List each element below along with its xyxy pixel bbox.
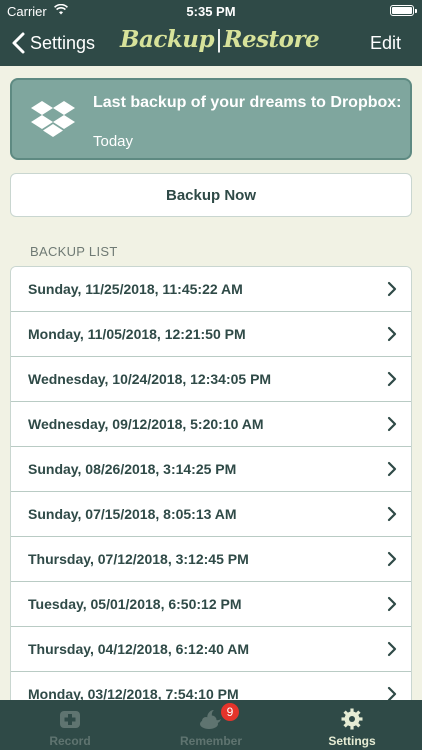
backup-list-item-label: Monday, 03/12/2018, 7:54:10 PM <box>28 686 239 700</box>
title-backup: Backup <box>120 26 215 53</box>
status-bar: Carrier 5:35 PM <box>0 0 422 22</box>
tab-remember[interactable]: 9 Remember <box>141 700 281 750</box>
tab-bar: Record 9 Remember Settings <box>0 700 422 750</box>
backup-list-item[interactable]: Sunday, 07/15/2018, 8:05:13 AM <box>11 492 411 537</box>
top-bar: Carrier 5:35 PM Settings Backup|Restore … <box>0 0 422 66</box>
backup-list-item-label: Thursday, 07/12/2018, 3:12:45 PM <box>28 551 249 567</box>
tab-settings[interactable]: Settings <box>282 700 422 750</box>
chevron-right-icon <box>387 326 397 342</box>
tab-settings-label: Settings <box>328 734 376 748</box>
chevron-right-icon <box>387 686 397 700</box>
back-button[interactable]: Settings <box>10 30 95 56</box>
backup-list-item-label: Tuesday, 05/01/2018, 6:50:12 PM <box>28 596 242 612</box>
title-separator: | <box>215 27 223 53</box>
backup-list-header: BACKUP LIST <box>30 244 118 259</box>
backup-list-item-label: Monday, 11/05/2018, 12:21:50 PM <box>28 326 246 342</box>
chevron-right-icon <box>387 416 397 432</box>
status-time: 5:35 PM <box>186 4 236 19</box>
chevron-right-icon <box>387 371 397 387</box>
chevron-right-icon <box>387 641 397 657</box>
title-restore: Restore <box>223 26 320 53</box>
edit-button[interactable]: Edit <box>370 33 401 54</box>
backup-list-item-label: Sunday, 07/15/2018, 8:05:13 AM <box>28 506 237 522</box>
backup-list-item[interactable]: Sunday, 11/25/2018, 11:45:22 AM <box>11 267 411 312</box>
banner-last-backup-date: Today <box>93 133 134 150</box>
backup-list-item[interactable]: Sunday, 08/26/2018, 3:14:25 PM <box>11 447 411 492</box>
backup-list-item[interactable]: Wednesday, 09/12/2018, 5:20:10 AM <box>11 402 411 447</box>
chevron-right-icon <box>387 281 397 297</box>
chevron-left-icon <box>12 32 25 54</box>
gear-icon <box>341 708 363 730</box>
backup-list-item[interactable]: Tuesday, 05/01/2018, 6:50:12 PM <box>11 582 411 627</box>
backup-list-item-label: Wednesday, 10/24/2018, 12:34:05 PM <box>28 371 272 387</box>
backup-list-item[interactable]: Monday, 11/05/2018, 12:21:50 PM <box>11 312 411 357</box>
chevron-right-icon <box>387 461 397 477</box>
page-title: Backup|Restore <box>120 26 320 53</box>
moon-cloud-icon <box>200 710 221 729</box>
tab-record[interactable]: Record <box>0 700 140 750</box>
back-button-label: Settings <box>30 32 96 53</box>
banner-title: Last backup of your dreams to Dropbox: <box>93 94 402 111</box>
backup-list-item-label: Sunday, 11/25/2018, 11:45:22 AM <box>28 281 243 297</box>
chevron-right-icon <box>387 551 397 567</box>
notification-badge: 9 <box>221 703 239 721</box>
backup-list-item-label: Thursday, 04/12/2018, 6:12:40 AM <box>28 641 249 657</box>
backup-list-item[interactable]: Wednesday, 10/24/2018, 12:34:05 PM <box>11 357 411 402</box>
backup-list-item-label: Sunday, 08/26/2018, 3:14:25 PM <box>28 461 237 477</box>
backup-list-item[interactable]: Thursday, 04/12/2018, 6:12:40 AM <box>11 627 411 672</box>
backup-list-item-label: Wednesday, 09/12/2018, 5:20:10 AM <box>28 416 264 432</box>
chevron-right-icon <box>387 506 397 522</box>
backup-list-item[interactable]: Thursday, 07/12/2018, 3:12:45 PM <box>11 537 411 582</box>
battery-icon <box>390 5 417 16</box>
backup-now-button[interactable]: Backup Now <box>10 173 412 217</box>
medical-cross-icon <box>60 711 80 728</box>
backup-list[interactable]: Sunday, 11/25/2018, 11:45:22 AM Monday, 1… <box>10 266 412 700</box>
tab-remember-label: Remember <box>179 734 243 748</box>
backup-list-item[interactable]: Monday, 03/12/2018, 7:54:10 PM <box>11 672 411 700</box>
last-backup-banner: Last backup of your dreams to Dropbox: T… <box>10 78 412 160</box>
dropbox-icon <box>31 101 75 137</box>
tab-record-label: Record <box>49 734 91 748</box>
chevron-right-icon <box>387 596 397 612</box>
